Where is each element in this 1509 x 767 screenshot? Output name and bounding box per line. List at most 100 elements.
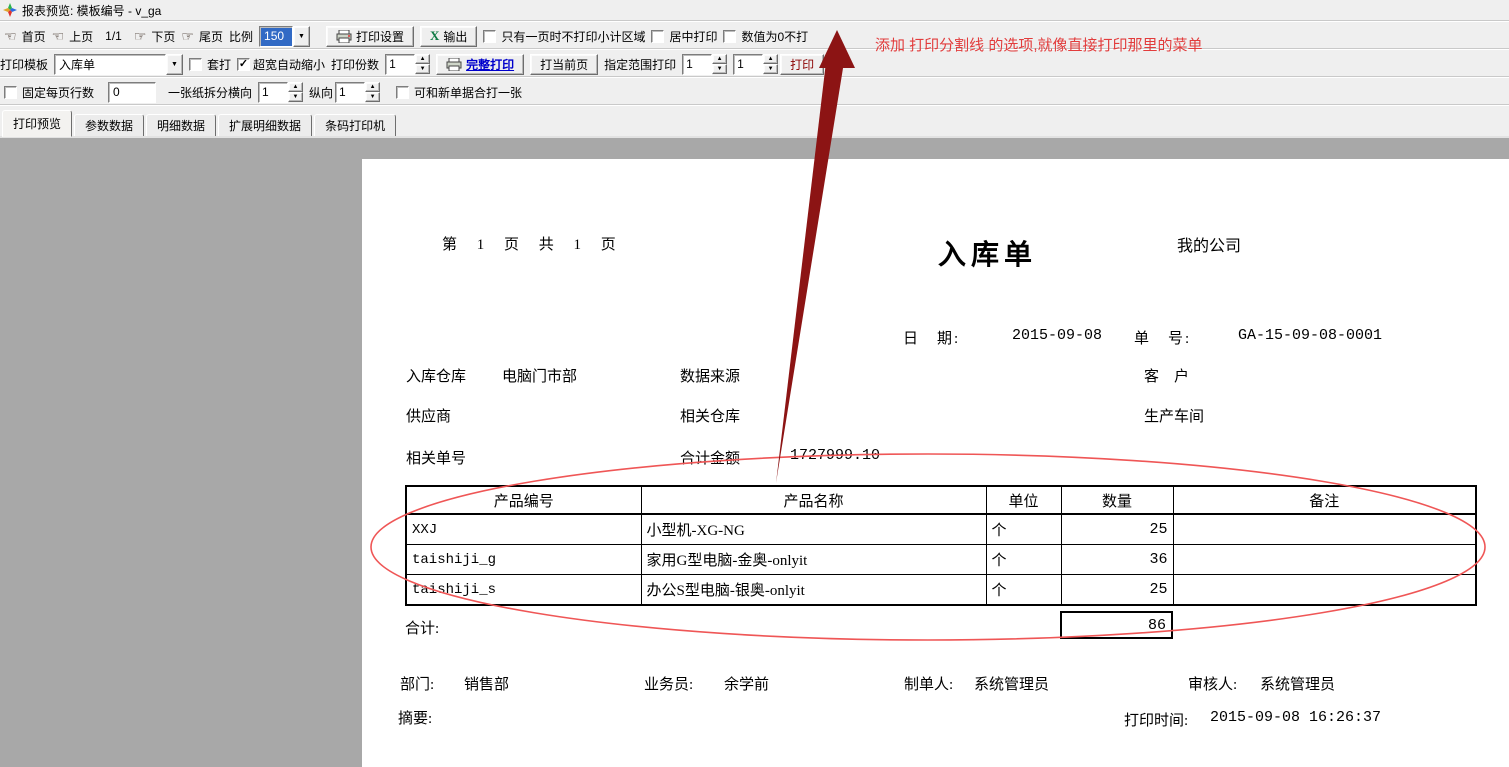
related-no-label: 相关单号 xyxy=(406,447,466,468)
doc-no-label: 单 号: xyxy=(1134,327,1191,348)
fixed-rows-checkbox[interactable]: 固定每页行数 xyxy=(4,84,94,101)
warehouse-label: 入库仓库 xyxy=(406,365,466,386)
fixed-rows-label: 固定每页行数 xyxy=(22,84,94,101)
spin-up-icon[interactable]: ▲ xyxy=(763,54,778,64)
export-label: 输出 xyxy=(443,28,467,45)
col-remark: 备注 xyxy=(1173,486,1476,514)
tab-detail-data[interactable]: 明细数据 xyxy=(146,114,216,137)
auditor-value: 系统管理员 xyxy=(1260,673,1335,694)
cell-remark xyxy=(1173,575,1476,606)
overlay-print-checkbox[interactable]: 套打 xyxy=(189,56,231,73)
tab-param-data[interactable]: 参数数据 xyxy=(74,114,144,137)
template-combobox[interactable]: 入库单 ▼ xyxy=(54,54,183,75)
copies-label: 打印份数 xyxy=(331,56,379,73)
scale-combobox[interactable]: 150 ▼ xyxy=(259,26,310,47)
toolbar-navigation: ☜ 首页 ☜ 上页 1/1 ☞ 下页 ☞ 尾页 比例 150 ▼ 打印设置 X … xyxy=(0,21,1509,50)
next-page-button[interactable]: ☞ 下页 xyxy=(134,28,176,45)
overlay-print-label: 套打 xyxy=(207,56,231,73)
printer-icon xyxy=(336,30,352,43)
copies-stepper[interactable]: 1 ▲ ▼ xyxy=(385,54,430,75)
range-from-value[interactable]: 1 xyxy=(682,54,712,75)
tab-ext-detail-data[interactable]: 扩展明细数据 xyxy=(218,114,312,137)
doc-no-value: GA-15-09-08-0001 xyxy=(1238,327,1382,344)
spin-up-icon[interactable]: ▲ xyxy=(415,54,430,64)
auditor-label: 审核人: xyxy=(1188,673,1237,694)
copies-value[interactable]: 1 xyxy=(385,54,415,75)
total-label: 合计: xyxy=(405,617,439,638)
full-print-label: 完整打印 xyxy=(466,56,514,73)
spin-down-icon[interactable]: ▼ xyxy=(415,64,430,74)
table-row: taishiji_s 办公S型电脑-银奥-onlyit 个 25 xyxy=(406,575,1476,606)
cell-unit: 个 xyxy=(986,575,1061,606)
spin-down-icon[interactable]: ▼ xyxy=(288,92,303,102)
split-vertical-stepper[interactable]: 1 ▲ ▼ xyxy=(335,82,380,103)
toolbar-page-split: 固定每页行数 0 一张纸拆分横向 1 ▲ ▼ 纵向 1 ▲ ▼ 可和新单据合打一… xyxy=(0,77,1509,106)
range-to-value[interactable]: 1 xyxy=(733,54,763,75)
split-vertical-value[interactable]: 1 xyxy=(335,82,365,103)
print-time-label: 打印时间: xyxy=(1124,709,1188,730)
autoshrink-label: 超宽自动缩小 xyxy=(253,56,325,73)
col-product-name: 产品名称 xyxy=(641,486,986,514)
salesman-value: 余学前 xyxy=(724,673,769,694)
center-print-checkbox[interactable]: 居中打印 xyxy=(651,28,717,45)
tab-print-preview[interactable]: 打印预览 xyxy=(2,110,72,137)
summary-label: 摘要: xyxy=(398,707,432,728)
scale-label: 比例 xyxy=(229,28,253,45)
app-icon xyxy=(3,3,17,17)
spin-up-icon[interactable]: ▲ xyxy=(712,54,727,64)
dept-value: 销售部 xyxy=(464,673,509,694)
print-button[interactable]: 打印 xyxy=(780,54,824,75)
prev-page-button[interactable]: ☜ 上页 xyxy=(52,28,94,45)
autoshrink-checkbox[interactable]: ✓ 超宽自动缩小 xyxy=(237,56,325,73)
chevron-down-icon[interactable]: ▼ xyxy=(293,26,310,47)
hand-right-icon: ☞ xyxy=(181,29,194,43)
print-settings-label: 打印设置 xyxy=(356,28,404,45)
cell-unit: 个 xyxy=(986,545,1061,575)
range-to-stepper[interactable]: 1 ▲ ▼ xyxy=(733,54,778,75)
annotation-note: 添加 打印分割线 的选项,就像直接打印那里的菜单 xyxy=(875,34,1203,55)
skip-subtotal-label: 只有一页时不打印小计区域 xyxy=(501,28,645,45)
split-horizontal-label: 一张纸拆分横向 xyxy=(168,84,252,101)
tab-barcode-printer[interactable]: 条码打印机 xyxy=(314,114,396,137)
first-page-label: 首页 xyxy=(22,28,46,45)
full-print-button[interactable]: 完整打印 xyxy=(436,54,524,75)
total-amount-value: 1727999.10 xyxy=(790,447,880,464)
supplier-label: 供应商 xyxy=(406,405,451,426)
printer-icon xyxy=(446,58,462,71)
checkbox-box[interactable] xyxy=(4,86,17,99)
chevron-down-icon[interactable]: ▼ xyxy=(166,54,183,75)
spin-down-icon[interactable]: ▼ xyxy=(712,64,727,74)
split-horizontal-value[interactable]: 1 xyxy=(258,82,288,103)
prev-page-label: 上页 xyxy=(69,28,93,45)
print-current-page-button[interactable]: 打当前页 xyxy=(530,54,598,75)
export-button[interactable]: X 输出 xyxy=(420,26,477,47)
center-print-label: 居中打印 xyxy=(669,28,717,45)
zero-noprint-checkbox[interactable]: 数值为0不打 xyxy=(723,28,808,45)
combine-label: 可和新单据合打一张 xyxy=(414,84,522,101)
window-title: 报表预览: 模板编号 - v_ga xyxy=(22,2,161,19)
cell-product-code: taishiji_g xyxy=(406,545,641,575)
fixed-rows-input[interactable]: 0 xyxy=(108,82,156,103)
date-value: 2015-09-08 xyxy=(1012,327,1102,344)
excel-export-icon: X xyxy=(430,28,439,44)
print-settings-button[interactable]: 打印设置 xyxy=(326,26,414,47)
page-indicator: 1/1 xyxy=(105,29,122,43)
checkbox-box[interactable] xyxy=(483,30,496,43)
spin-down-icon[interactable]: ▼ xyxy=(365,92,380,102)
spin-down-icon[interactable]: ▼ xyxy=(763,64,778,74)
split-horizontal-stepper[interactable]: 1 ▲ ▼ xyxy=(258,82,303,103)
spin-up-icon[interactable]: ▲ xyxy=(365,82,380,92)
checkbox-box[interactable] xyxy=(189,58,202,71)
cell-unit: 个 xyxy=(986,514,1061,545)
checkbox-box-checked[interactable]: ✓ xyxy=(237,58,250,71)
range-from-stepper[interactable]: 1 ▲ ▼ xyxy=(682,54,727,75)
first-page-button[interactable]: ☜ 首页 xyxy=(4,28,46,45)
checkbox-box[interactable] xyxy=(723,30,736,43)
last-page-button[interactable]: ☞ 尾页 xyxy=(181,28,223,45)
combine-checkbox[interactable]: 可和新单据合打一张 xyxy=(396,84,522,101)
checkbox-box[interactable] xyxy=(396,86,409,99)
spin-up-icon[interactable]: ▲ xyxy=(288,82,303,92)
skip-subtotal-checkbox[interactable]: 只有一页时不打印小计区域 xyxy=(483,28,645,45)
checkbox-box[interactable] xyxy=(651,30,664,43)
cell-product-name: 小型机-XG-NG xyxy=(641,514,986,545)
